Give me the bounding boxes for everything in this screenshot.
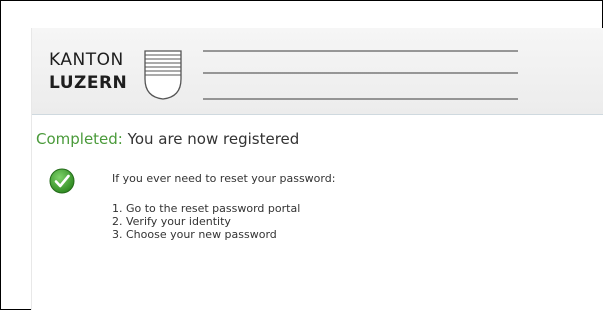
checkmark-circle-icon xyxy=(49,168,75,194)
coat-of-arms-icon xyxy=(144,50,518,100)
logo-line-1: KANTON xyxy=(49,50,124,70)
list-item: 2. Verify your identity xyxy=(112,215,231,228)
reset-password-intro: If you ever need to reset your password: xyxy=(112,172,336,185)
list-item: 3. Choose your new password xyxy=(112,228,277,241)
kanton-luzern-logo: KANTON LUZERN xyxy=(49,49,518,111)
list-item: 1. Go to the reset password portal xyxy=(112,202,301,215)
status-message: You are now registered xyxy=(127,130,300,148)
registration-panel: KANTON LUZERN Completed: You are now reg… xyxy=(31,28,603,310)
status-heading: Completed: You are now registered xyxy=(36,130,299,148)
page-header: KANTON LUZERN xyxy=(32,28,603,115)
reset-steps-list: 1. Go to the reset password portal 2. Ve… xyxy=(112,202,300,241)
logo-line-2: LUZERN xyxy=(49,73,128,93)
status-label: Completed: xyxy=(36,130,123,148)
